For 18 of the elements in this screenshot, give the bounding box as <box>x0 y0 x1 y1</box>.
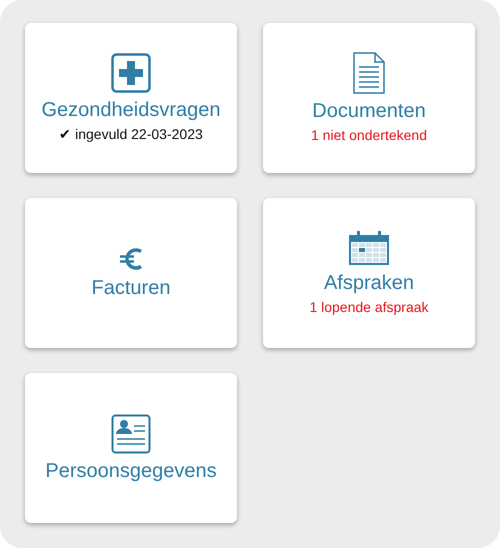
calendar-icon <box>348 230 390 266</box>
tile-card[interactable]: Documenten 1 niet ondertekend <box>263 23 475 173</box>
euro-icon <box>118 246 144 270</box>
tile-card[interactable]: Gezondheidsvragen ✔ ingevuld 22-03-2023 <box>25 23 237 173</box>
tile-title: Facturen <box>92 276 170 300</box>
tile-title: Gezondheidsvragen <box>41 98 220 122</box>
tile-status: ✔ ingevuld 22-03-2023 <box>59 125 203 143</box>
tile-title: Afspraken <box>324 271 414 295</box>
tile-card[interactable]: Afspraken 1 lopende afspraak <box>263 198 475 348</box>
tile-card[interactable]: Persoonsgegevens <box>25 373 237 523</box>
tile-card[interactable]: Facturen <box>25 198 237 348</box>
tile-status: 1 niet ondertekend <box>311 126 427 144</box>
id-card-icon <box>111 414 151 454</box>
tile-title: Documenten <box>312 99 426 123</box>
document-icon <box>353 52 385 94</box>
tile-title: Persoonsgegevens <box>45 458 217 482</box>
medical-cross-icon <box>111 53 151 93</box>
tile-status: 1 lopende afspraak <box>309 298 429 316</box>
